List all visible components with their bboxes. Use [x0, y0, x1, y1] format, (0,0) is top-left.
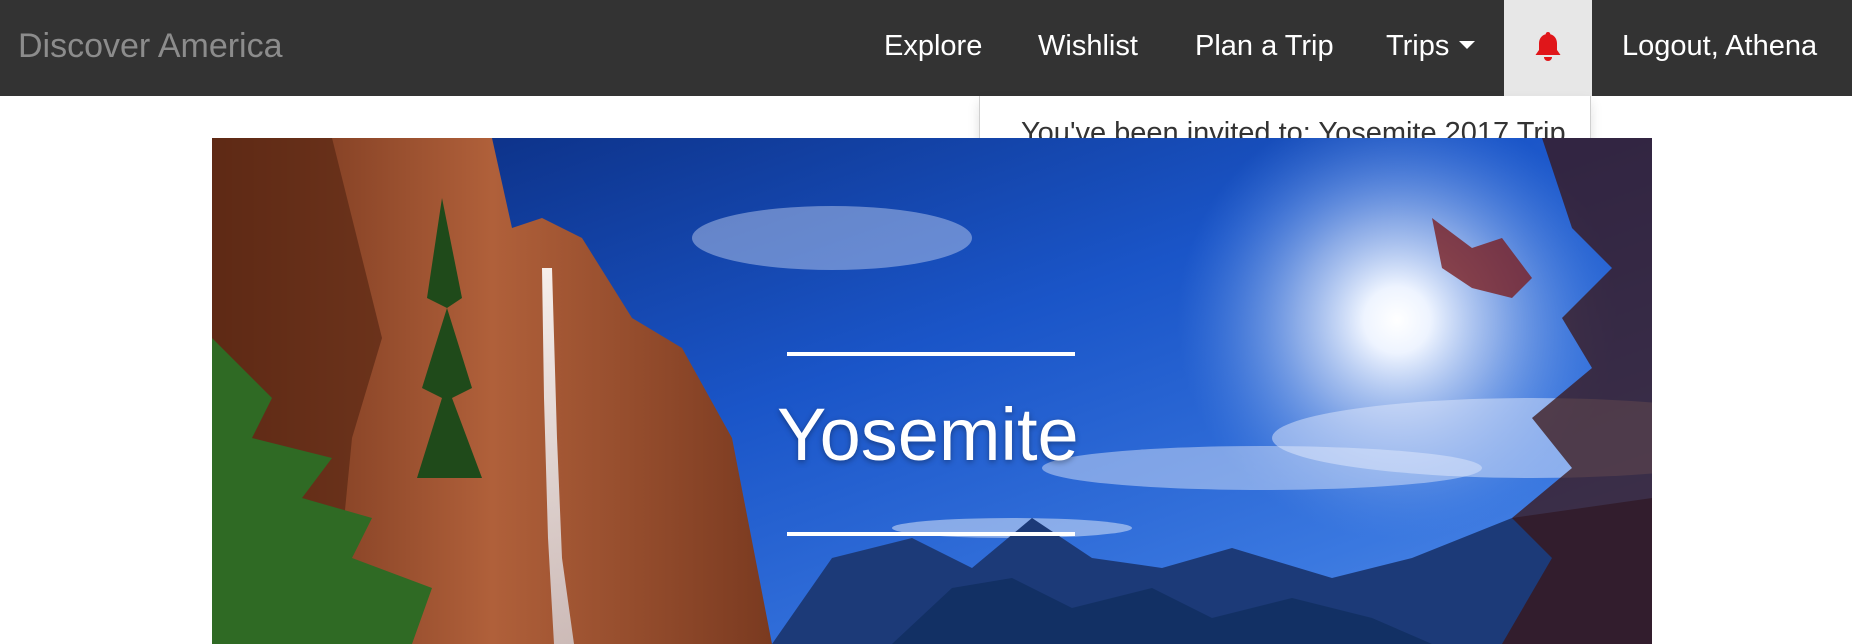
- hero-title: Yosemite: [777, 393, 1079, 476]
- caret-down-icon: [1459, 41, 1476, 50]
- hero-rule-bottom: [787, 532, 1075, 536]
- brand-link[interactable]: Discover America: [18, 0, 283, 93]
- nav-link-logout[interactable]: Logout, Athena: [1622, 0, 1817, 93]
- nav-dropdown-trips[interactable]: Trips: [1386, 0, 1476, 93]
- top-navbar: Discover America Explore Wishlist Plan a…: [0, 0, 1852, 96]
- nav-link-plan-a-trip[interactable]: Plan a Trip: [1195, 0, 1334, 93]
- hero-image: [212, 138, 1652, 644]
- hero-banner: Yosemite: [212, 138, 1652, 644]
- nav-link-wishlist[interactable]: Wishlist: [1038, 0, 1138, 93]
- nav-link-trips-label: Trips: [1386, 30, 1450, 62]
- bell-icon: [1533, 30, 1563, 67]
- nav-link-explore[interactable]: Explore: [884, 0, 982, 93]
- notifications-toggle[interactable]: [1504, 0, 1592, 96]
- hero-rule-top: [787, 352, 1075, 356]
